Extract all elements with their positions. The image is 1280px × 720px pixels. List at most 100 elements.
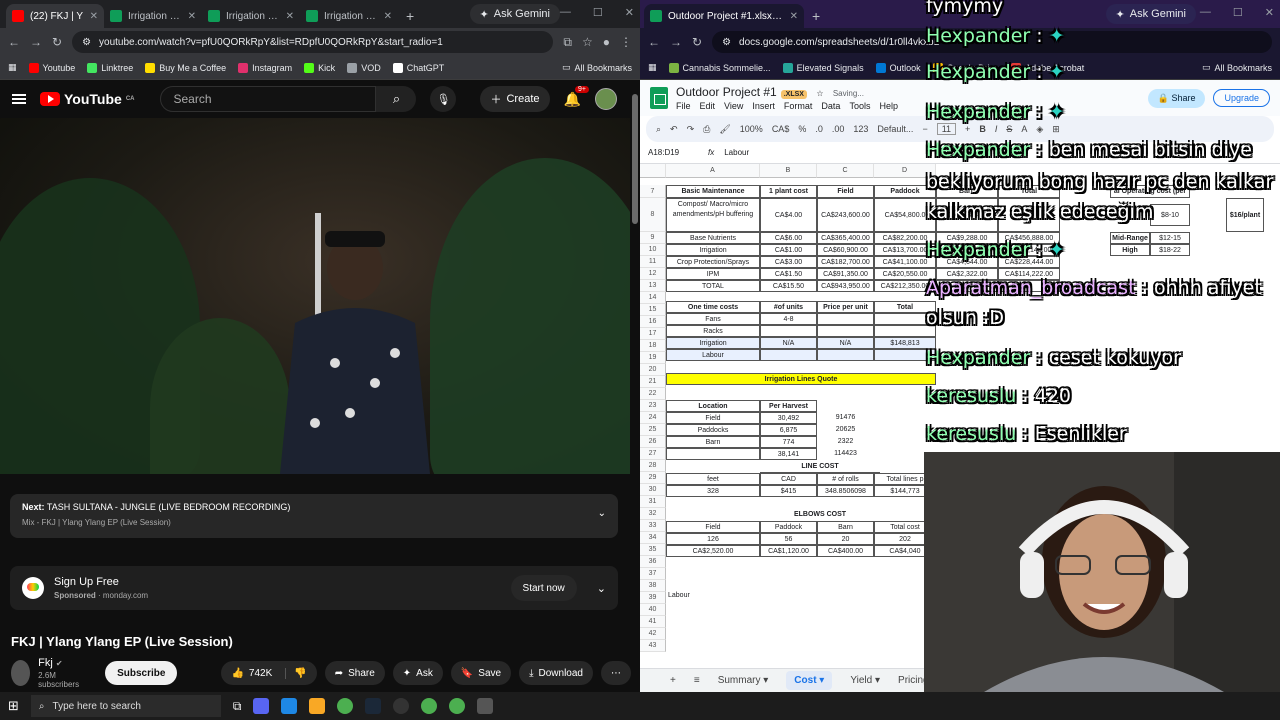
row-header[interactable]: 43 xyxy=(640,640,666,652)
table-cell[interactable]: 114423 xyxy=(817,448,874,460)
table-cell[interactable]: CA$1.00 xyxy=(760,244,817,256)
apps-grid-icon[interactable]: ▦ xyxy=(648,62,657,73)
row-header[interactable]: 30 xyxy=(640,484,666,496)
table-cell[interactable]: Racks xyxy=(666,325,760,337)
share-button[interactable]: 🔒 Share xyxy=(1147,88,1206,108)
table-cell[interactable]: IPM xyxy=(666,268,760,280)
corner-header[interactable] xyxy=(640,164,666,178)
table-cell[interactable]: Location xyxy=(666,400,760,412)
sheets-logo-icon[interactable] xyxy=(650,87,668,109)
menu-format[interactable]: Format xyxy=(784,101,813,111)
undo-icon[interactable]: ↶ xyxy=(670,124,678,135)
table-header[interactable]: Field xyxy=(817,185,874,198)
table-cell[interactable]: CA$182,700.00 xyxy=(817,256,874,268)
row-header[interactable]: 31 xyxy=(640,496,666,508)
table-header[interactable]: 1 plant cost xyxy=(760,185,817,198)
row-header[interactable]: 34 xyxy=(640,532,666,544)
table-cell[interactable] xyxy=(817,325,874,337)
account-avatar[interactable] xyxy=(594,88,617,110)
table-cell[interactable]: Base Nutrients xyxy=(666,232,760,244)
table-cell[interactable]: 348.8506098 xyxy=(817,485,874,497)
redo-icon[interactable]: ↷ xyxy=(687,124,695,135)
share-button[interactable]: ➦ Share xyxy=(324,661,385,685)
menu-help[interactable]: Help xyxy=(879,101,898,111)
maximize-icon[interactable]: ☐ xyxy=(593,6,603,19)
minimize-icon[interactable]: — xyxy=(560,6,571,19)
row-header[interactable]: 41 xyxy=(640,616,666,628)
number-format-icon[interactable]: 123 xyxy=(853,124,868,134)
table-cell[interactable]: N/A xyxy=(817,337,874,349)
maximize-icon[interactable]: ☐ xyxy=(1233,6,1243,19)
font-size-input[interactable]: 11 xyxy=(936,123,957,135)
menu-view[interactable]: View xyxy=(724,101,743,111)
table-cell[interactable]: TOTAL xyxy=(666,280,760,292)
ask-gemini-button[interactable]: ✦ Ask Gemini xyxy=(469,4,560,24)
back-icon[interactable]: ← xyxy=(8,35,20,49)
table-cell[interactable]: CA$943,950.00 xyxy=(817,280,874,292)
table-cell[interactable]: #of units xyxy=(760,301,817,313)
sheet-tab-summary[interactable]: Summary ▾ xyxy=(718,675,769,686)
menu-tools[interactable]: Tools xyxy=(849,101,870,111)
table-cell[interactable]: Mid-Range xyxy=(1110,232,1150,244)
taskbar-search-input[interactable]: ⌕ Type here to search xyxy=(30,695,221,717)
reload-icon[interactable]: ↻ xyxy=(52,35,62,49)
row-header[interactable]: 19 xyxy=(640,352,666,364)
search-button[interactable]: ⌕ xyxy=(376,86,417,112)
table-cell[interactable]: Paddocks xyxy=(666,424,760,436)
row-header[interactable]: 18 xyxy=(640,340,666,352)
table-cell[interactable]: $18-22 xyxy=(1150,244,1190,256)
site-info-icon[interactable]: ⚙ xyxy=(722,37,731,48)
column-header-a[interactable]: A xyxy=(666,164,760,178)
table-cell[interactable]: High xyxy=(1110,244,1150,256)
row-header[interactable]: 28 xyxy=(640,460,666,472)
tab-outdoor-project[interactable]: Outdoor Project #1.xlsx - Goog ✕ xyxy=(644,4,804,28)
star-icon[interactable]: ☆ xyxy=(816,89,823,98)
forward-icon[interactable]: → xyxy=(30,35,42,49)
tab-irrigation-1[interactable]: Irrigation Dire ✕ xyxy=(104,4,202,28)
youtube-logo[interactable]: YouTube CA xyxy=(40,91,134,107)
sheet-tab-cost[interactable]: Cost ▾ xyxy=(786,671,833,690)
table-cell[interactable]: CA$3.00 xyxy=(760,256,817,268)
fill-color-icon[interactable]: ◈ xyxy=(1036,124,1043,135)
table-cell[interactable]: Labour xyxy=(666,349,760,361)
table-cell[interactable]: # of rolls xyxy=(817,473,874,485)
discord-icon[interactable] xyxy=(253,698,270,714)
menu-file[interactable]: File xyxy=(676,101,691,111)
close-window-icon[interactable]: ✕ xyxy=(625,6,634,19)
row-header[interactable]: 21 xyxy=(640,376,666,388)
row-header[interactable]: 26 xyxy=(640,436,666,448)
table-cell[interactable]: CAD xyxy=(760,473,817,485)
irrigation-lines-quote-title[interactable]: Irrigation Lines Quote xyxy=(666,373,936,385)
row-header[interactable]: 37 xyxy=(640,568,666,580)
row-header[interactable]: 22 xyxy=(640,388,666,400)
search-input[interactable]: Search xyxy=(160,86,377,112)
bookmark-linktree[interactable]: Linktree xyxy=(87,62,133,73)
currency-format-button[interactable]: CA$ xyxy=(772,124,790,134)
table-cell[interactable]: CA$1.50 xyxy=(760,268,817,280)
print-icon[interactable]: ⎙ xyxy=(703,124,710,135)
row-header[interactable]: 9 xyxy=(640,232,666,244)
table-cell[interactable]: $12-15 xyxy=(1150,232,1190,244)
scrollbar-thumb[interactable] xyxy=(632,94,638,224)
table-cell[interactable]: Paddock xyxy=(760,521,817,533)
row-header[interactable]: 27 xyxy=(640,448,666,460)
table-cell[interactable]: $8-10 xyxy=(1150,204,1190,226)
table-cell[interactable]: CA$365,400.00 xyxy=(817,232,874,244)
subscribe-button[interactable]: Subscribe xyxy=(105,661,178,685)
table-cell[interactable]: Barn xyxy=(817,521,874,533)
menu-edit[interactable]: Edit xyxy=(700,101,716,111)
table-cell[interactable]: 126 xyxy=(666,533,760,545)
column-header-c[interactable]: C xyxy=(817,164,874,178)
table-cell[interactable] xyxy=(760,349,817,361)
hamburger-menu-icon[interactable] xyxy=(12,94,26,104)
table-cell[interactable]: N/A xyxy=(760,337,817,349)
all-sheets-icon[interactable]: ≡ xyxy=(694,675,700,686)
percent-format-icon[interactable]: % xyxy=(798,124,806,134)
channel-name[interactable]: Fkj xyxy=(38,657,53,669)
column-header-b[interactable]: B xyxy=(760,164,817,178)
table-cell[interactable]: 56 xyxy=(760,533,817,545)
close-tab-icon[interactable]: ✕ xyxy=(188,11,196,22)
bookmark-buymeacoffee[interactable]: Buy Me a Coffee xyxy=(145,62,226,73)
notifications-button[interactable]: 🔔 9+ xyxy=(564,85,589,108)
calculator-icon[interactable] xyxy=(477,698,494,714)
